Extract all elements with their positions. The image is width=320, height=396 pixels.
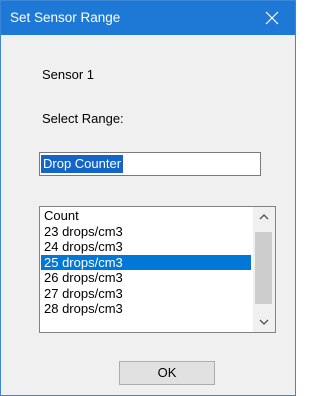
range-list-item[interactable]: 27 drops/cm3 bbox=[41, 286, 251, 302]
range-list-item[interactable]: 25 drops/cm3 bbox=[41, 254, 251, 270]
close-button[interactable] bbox=[249, 1, 295, 35]
chevron-up-icon bbox=[259, 214, 269, 220]
scroll-thumb[interactable] bbox=[255, 232, 272, 304]
select-range-label: Select Range: bbox=[42, 111, 124, 126]
scroll-up-button[interactable] bbox=[253, 207, 275, 227]
sensor-name-field[interactable]: Drop Counter bbox=[39, 152, 261, 176]
range-list-item[interactable]: 24 drops/cm3 bbox=[41, 239, 251, 255]
range-list-item[interactable]: 23 drops/cm3 bbox=[41, 224, 251, 240]
chevron-down-icon bbox=[259, 319, 269, 325]
range-list-item[interactable]: 26 drops/cm3 bbox=[41, 270, 251, 286]
set-sensor-range-dialog: Set Sensor Range Sensor 1 Select Range: … bbox=[0, 0, 296, 396]
title-bar[interactable]: Set Sensor Range bbox=[1, 1, 295, 35]
ok-button[interactable]: OK bbox=[119, 361, 215, 385]
dialog-title: Set Sensor Range bbox=[10, 10, 121, 25]
range-list-items: Count 23 drops/cm3 24 drops/cm3 25 drops/cm… bbox=[41, 208, 251, 317]
close-icon bbox=[265, 11, 279, 25]
sensor-label: Sensor 1 bbox=[42, 67, 95, 82]
listbox-scrollbar[interactable] bbox=[253, 207, 275, 332]
range-list-item[interactable]: 28 drops/cm3 bbox=[41, 301, 251, 317]
range-list-item[interactable]: Count bbox=[41, 208, 251, 224]
scroll-down-button[interactable] bbox=[253, 312, 275, 332]
sensor-name-value: Drop Counter bbox=[41, 155, 124, 173]
range-listbox[interactable]: Count 23 drops/cm3 24 drops/cm3 25 drops/cm… bbox=[39, 206, 276, 333]
